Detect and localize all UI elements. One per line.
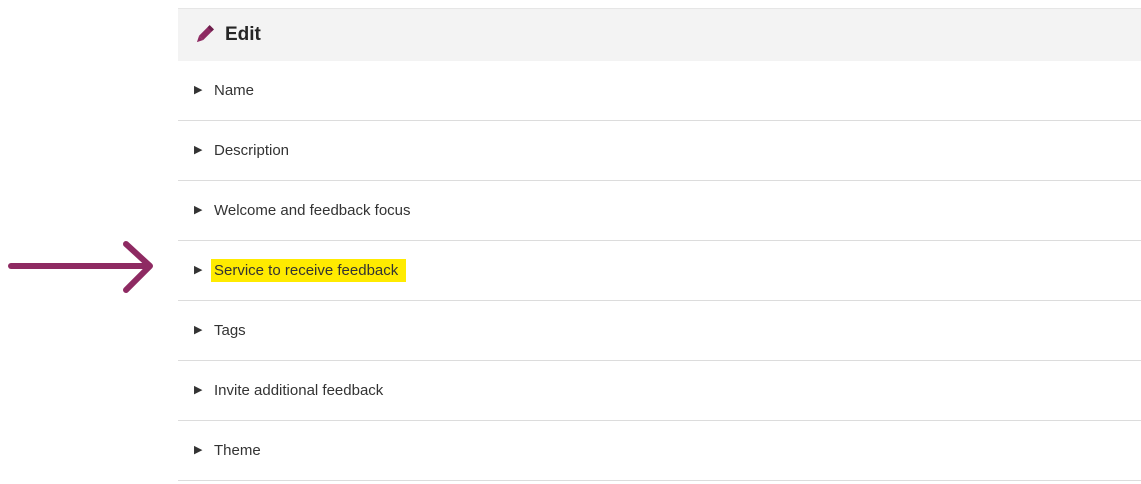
section-label: Name: [214, 82, 255, 99]
edit-panel: Edit ▶ Name ▶ Description ▶ Welcome and …: [178, 8, 1141, 481]
section-list: ▶ Name ▶ Description ▶ Welcome and feedb…: [178, 61, 1141, 481]
triangle-right-icon: ▶: [194, 444, 203, 456]
triangle-right-icon: ▶: [194, 84, 203, 96]
panel-header: Edit: [178, 8, 1141, 61]
section-service-to-receive-feedback[interactable]: ▶ Service to receive feedback: [178, 241, 1141, 301]
section-label: Description: [214, 142, 290, 159]
section-label: Welcome and feedback focus: [214, 202, 411, 219]
triangle-right-icon: ▶: [194, 384, 203, 396]
section-welcome-and-feedback-focus[interactable]: ▶ Welcome and feedback focus: [178, 181, 1141, 241]
section-label: Tags: [214, 322, 246, 339]
triangle-right-icon: ▶: [194, 324, 203, 336]
section-label: Theme: [214, 442, 261, 459]
section-description[interactable]: ▶ Description: [178, 121, 1141, 181]
pencil-icon: [193, 24, 215, 46]
section-theme[interactable]: ▶ Theme: [178, 421, 1141, 481]
section-label: Invite additional feedback: [214, 382, 384, 399]
triangle-right-icon: ▶: [194, 204, 203, 216]
section-invite-additional-feedback[interactable]: ▶ Invite additional feedback: [178, 361, 1141, 421]
section-label-highlighted: Service to receive feedback: [211, 259, 407, 282]
section-tags[interactable]: ▶ Tags: [178, 301, 1141, 361]
triangle-right-icon: ▶: [194, 144, 203, 156]
section-name[interactable]: ▶ Name: [178, 61, 1141, 121]
arrow-right-icon: [8, 241, 153, 293]
panel-title: Edit: [225, 24, 261, 45]
